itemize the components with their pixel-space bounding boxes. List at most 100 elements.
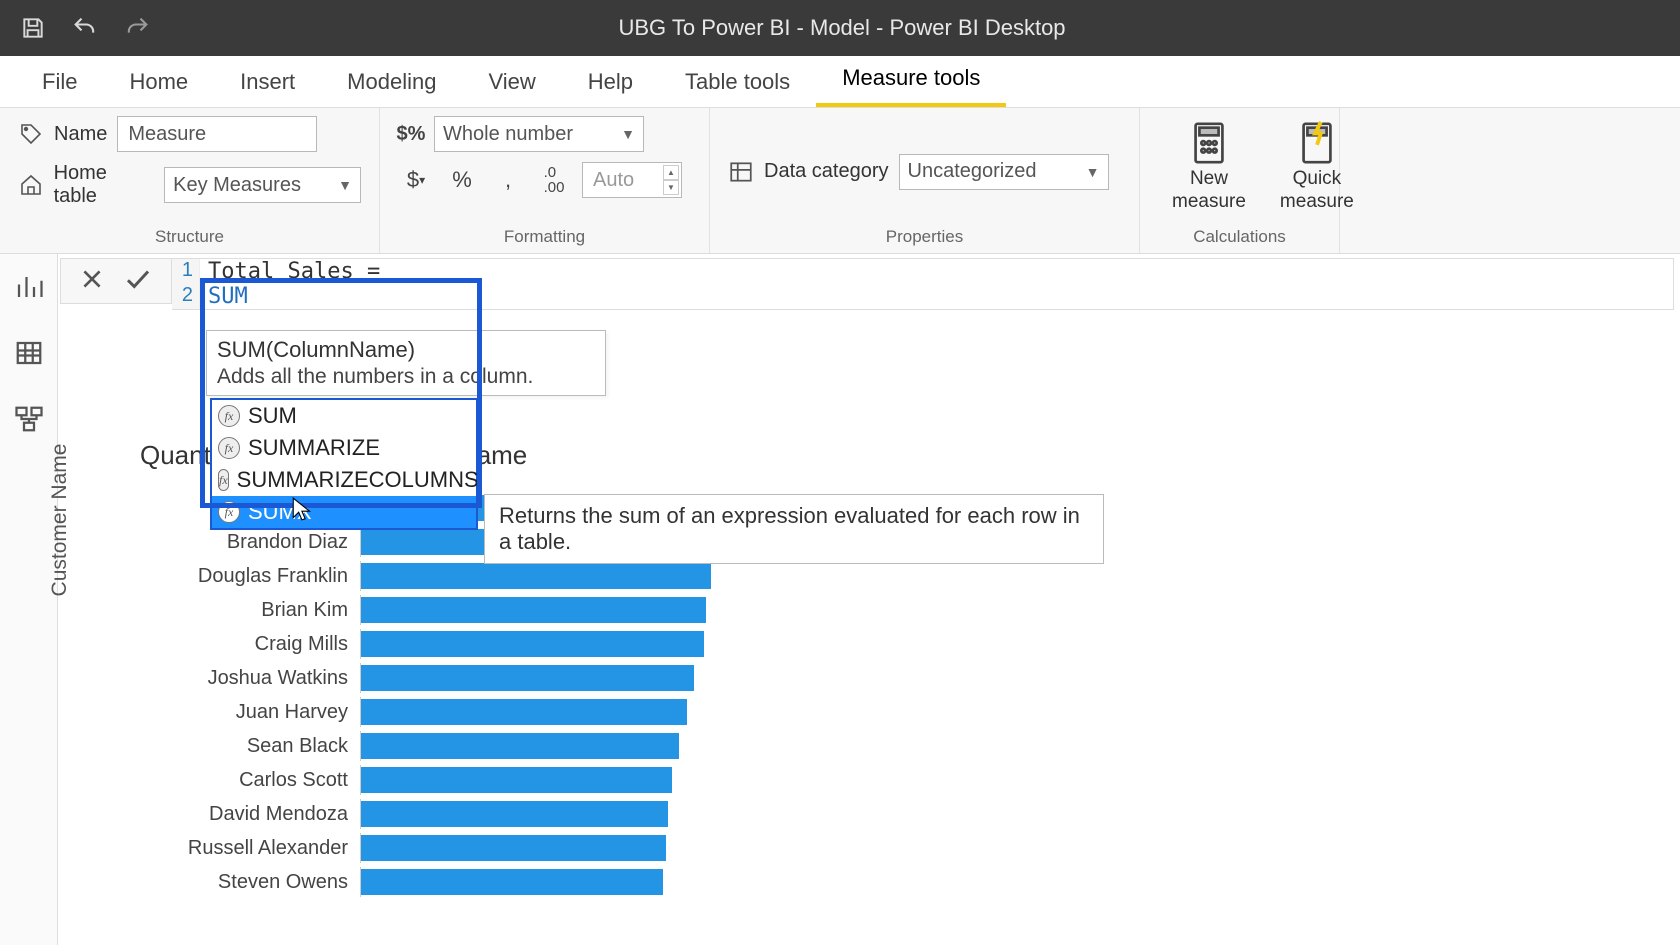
chevron-down-icon: ▼ xyxy=(1086,164,1100,180)
save-icon[interactable] xyxy=(18,13,48,43)
undo-icon[interactable] xyxy=(70,13,100,43)
intellisense-item[interactable]: fxSUMMARIZE xyxy=(212,432,476,464)
data-category-select[interactable]: Uncategorized ▼ xyxy=(899,154,1109,190)
intellisense-item-label: SUMMARIZE xyxy=(248,435,380,461)
chart-bar-track xyxy=(360,867,840,897)
ribbon-group-formatting: $% Whole number ▼ $ ▾ % , .0.00 Auto ▲▼ … xyxy=(380,108,710,253)
group-label-structure: Structure xyxy=(18,227,361,249)
home-icon xyxy=(18,172,44,198)
chart-bar xyxy=(361,631,704,657)
chart-bar-label: Douglas Franklin xyxy=(140,565,360,588)
chart-bar-label: Carlos Scott xyxy=(140,769,360,792)
home-table-select[interactable]: Key Measures ▼ xyxy=(164,167,361,203)
tag-icon xyxy=(18,121,44,147)
chart-bar-row[interactable]: Steven Owens xyxy=(140,867,840,897)
currency-button[interactable]: $ ▾ xyxy=(398,162,434,198)
report-view-button[interactable] xyxy=(0,254,57,320)
intellisense-item[interactable]: fxSUMX xyxy=(212,496,476,528)
ribbon-group-properties: Data category Uncategorized ▼ Properties xyxy=(710,108,1140,253)
percent-button[interactable]: % xyxy=(444,162,480,198)
title-bar: UBG To Power BI - Model - Power BI Deskt… xyxy=(0,0,1680,56)
tab-view[interactable]: View xyxy=(462,57,561,107)
thousands-button[interactable]: , xyxy=(490,162,526,198)
redo-icon[interactable] xyxy=(122,13,152,43)
decimal-placeholder: Auto xyxy=(593,169,634,192)
chart-bar-label: Russell Alexander xyxy=(140,837,360,860)
data-category-value: Uncategorized xyxy=(908,160,1037,183)
chart-bar xyxy=(361,733,679,759)
tab-modeling[interactable]: Modeling xyxy=(321,57,462,107)
chart-bar xyxy=(361,801,668,827)
chart-bar-row[interactable]: Carlos Scott xyxy=(140,765,840,795)
chart-bar xyxy=(361,665,694,691)
calculator-icon xyxy=(1186,120,1232,166)
function-icon: fx xyxy=(218,405,240,427)
chart-bar xyxy=(361,563,711,589)
chart-bar-label: Juan Harvey xyxy=(140,701,360,724)
chart-bar-label: Sean Black xyxy=(140,735,360,758)
data-view-button[interactable] xyxy=(0,320,57,386)
new-measure-button[interactable]: New measure xyxy=(1158,116,1260,227)
tab-file[interactable]: File xyxy=(16,57,103,107)
spin-down-icon[interactable]: ▼ xyxy=(663,180,679,195)
quick-calculator-icon xyxy=(1294,120,1340,166)
intellisense-item-label: SUM xyxy=(248,403,297,429)
cancel-formula-button[interactable] xyxy=(79,266,105,297)
chart-bar-row[interactable]: Russell Alexander xyxy=(140,833,840,863)
chart-bar-row[interactable]: Craig Mills xyxy=(140,629,840,659)
chart-bar-label: Brian Kim xyxy=(140,599,360,622)
intellisense-item-label: SUMX xyxy=(248,499,312,525)
chart-bar-track xyxy=(360,561,840,591)
format-select[interactable]: Whole number ▼ xyxy=(434,116,644,152)
chart-bar-track xyxy=(360,731,840,761)
tab-home[interactable]: Home xyxy=(103,57,214,107)
intellisense-list[interactable]: fx SUM fxSUMMARIZEfxSUMMARIZECOLUMNSfxSUMX xyxy=(210,398,478,530)
window-title: UBG To Power BI - Model - Power BI Deskt… xyxy=(152,15,1532,41)
formula-editor[interactable]: 1Total Sales = 2SUM xyxy=(172,258,1674,310)
table-icon xyxy=(728,159,754,185)
chart-bar-row[interactable]: Joshua Watkins xyxy=(140,663,840,693)
chart-bar-label: David Mendoza xyxy=(140,803,360,826)
chart-bar-row[interactable]: Douglas Franklin xyxy=(140,561,840,591)
formula-bar: 1Total Sales = 2SUM xyxy=(60,258,1674,310)
chart-bar-track xyxy=(360,799,840,829)
chart-bar-row[interactable]: David Mendoza xyxy=(140,799,840,829)
data-category-label: Data category xyxy=(764,160,889,183)
tab-help[interactable]: Help xyxy=(562,57,659,107)
chart-bar-label: Brandon Diaz xyxy=(140,531,360,554)
commit-formula-button[interactable] xyxy=(123,264,153,299)
decimal-places-input[interactable]: Auto ▲▼ xyxy=(582,162,682,198)
format-value: Whole number xyxy=(443,123,573,146)
quick-measure-label: Quick measure xyxy=(1280,168,1354,214)
tab-measure-tools[interactable]: Measure tools xyxy=(816,53,1006,107)
chart-bar-label: Craig Mills xyxy=(140,633,360,656)
chart-bar xyxy=(361,835,666,861)
chart-bar-track xyxy=(360,697,840,727)
chart-bar-row[interactable]: Juan Harvey xyxy=(140,697,840,727)
chart-bar xyxy=(361,699,687,725)
tab-table-tools[interactable]: Table tools xyxy=(659,57,816,107)
spin-up-icon[interactable]: ▲ xyxy=(663,165,679,180)
chevron-down-icon: ▼ xyxy=(621,126,635,142)
chart-bar xyxy=(361,869,663,895)
decimal-icon[interactable]: .0.00 xyxy=(536,162,572,198)
intellisense-item[interactable]: fxSUMMARIZECOLUMNS xyxy=(212,464,476,496)
chart-bar-label: Steven Owens xyxy=(140,871,360,894)
chart-bar-row[interactable]: Sean Black xyxy=(140,731,840,761)
formula-line-2: SUM xyxy=(200,284,248,309)
chart-bar-track xyxy=(360,663,840,693)
tab-insert[interactable]: Insert xyxy=(214,57,321,107)
group-label-calculations: Calculations xyxy=(1158,227,1321,249)
chart-y-axis-label: Customer Name xyxy=(48,390,72,650)
quick-access-toolbar xyxy=(18,13,152,43)
new-measure-label: New measure xyxy=(1172,168,1246,214)
chart-bar-track xyxy=(360,629,840,659)
quick-measure-button[interactable]: Quick measure xyxy=(1266,116,1368,227)
chart-bar-row[interactable]: Brian Kim xyxy=(140,595,840,625)
tooltip-description: Adds all the numbers in a column. xyxy=(217,365,595,389)
ribbon: Name Home table Key Measures ▼ Structure… xyxy=(0,108,1680,254)
measure-name-input[interactable] xyxy=(117,116,317,152)
intellisense-item-label: SUMMARIZECOLUMNS xyxy=(237,467,479,493)
intellisense-item[interactable]: fx SUM xyxy=(212,400,476,432)
chart-bar-track xyxy=(360,765,840,795)
